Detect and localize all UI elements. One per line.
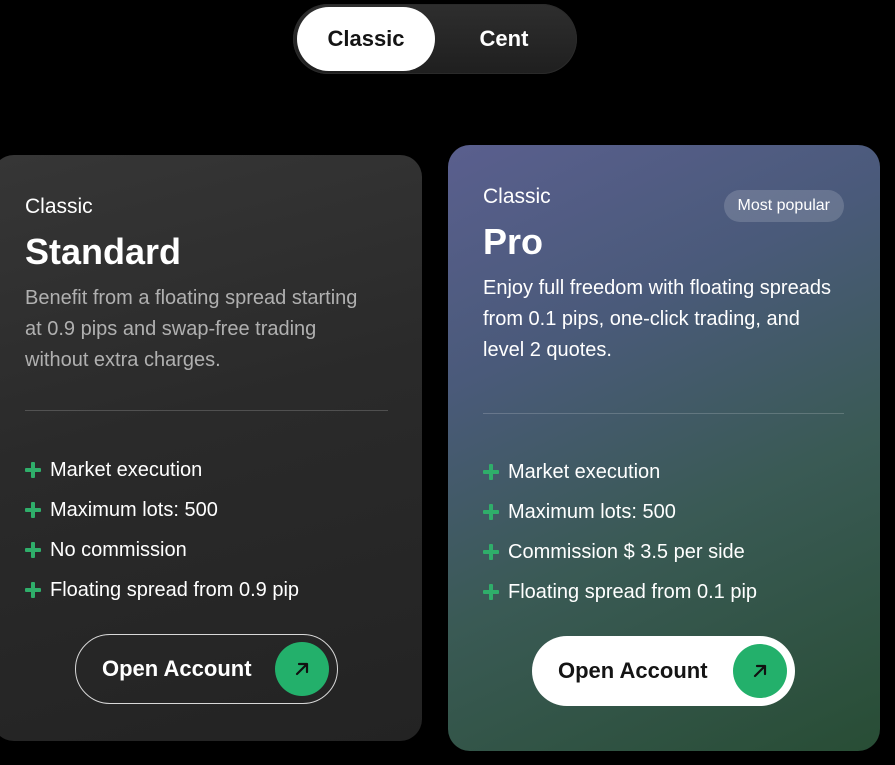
feature-item: No commission <box>25 530 388 570</box>
card-description: Enjoy full freedom with floating spreads… <box>483 277 831 361</box>
feature-text: Maximum lots: 500 <box>50 498 218 521</box>
feature-list: Market execution Maximum lots: 500 Commi… <box>483 452 844 612</box>
feature-item: Maximum lots: 500 <box>483 492 844 532</box>
toggle-option-label: Cent <box>479 26 529 51</box>
feature-text: No commission <box>50 538 187 561</box>
feature-item: Market execution <box>483 452 844 492</box>
feature-item: Floating spread from 0.1 pip <box>483 572 844 612</box>
feature-text: Market execution <box>508 460 661 483</box>
arrow-up-right-icon <box>733 644 787 698</box>
feature-item: Market execution <box>25 450 388 490</box>
feature-item: Floating spread from 0.9 pip <box>25 570 388 610</box>
plus-icon <box>25 542 41 558</box>
plus-icon <box>25 502 41 518</box>
card-description: Benefit from a floating spread starting … <box>25 287 358 371</box>
feature-item: Maximum lots: 500 <box>25 490 388 530</box>
most-popular-badge: Most popular <box>723 190 844 222</box>
plus-icon <box>25 582 41 598</box>
toggle-option-label: Classic <box>327 26 405 51</box>
plus-icon <box>483 504 499 520</box>
card-title: Standard <box>25 231 182 272</box>
account-card-standard: Classic Standard Benefit from a floating… <box>0 155 422 741</box>
card-tier-label: Classic <box>483 185 551 208</box>
open-account-button-pro[interactable]: Open Account <box>532 636 795 706</box>
feature-text: Commission $ 3.5 per side <box>508 540 745 563</box>
plus-icon <box>483 464 499 480</box>
card-divider <box>483 413 844 414</box>
open-account-label: Open Account <box>558 658 708 683</box>
card-tier-label: Classic <box>25 195 93 218</box>
feature-item: Commission $ 3.5 per side <box>483 532 844 572</box>
account-category-toggle: Classic Cent <box>293 4 577 74</box>
feature-text: Floating spread from 0.1 pip <box>508 580 758 603</box>
account-types-page: Classic Cent Classic Standard Benefit fr… <box>0 0 895 765</box>
account-card-pro: Classic Most popular Pro Enjoy full free… <box>448 145 880 751</box>
feature-text: Maximum lots: 500 <box>508 500 676 523</box>
plus-icon <box>483 584 499 600</box>
arrow-up-right-icon <box>275 642 329 696</box>
toggle-option-cent[interactable]: Cent <box>435 7 573 71</box>
feature-list: Market execution Maximum lots: 500 No co… <box>25 450 388 610</box>
toggle-option-classic[interactable]: Classic <box>297 7 435 71</box>
plus-icon <box>483 544 499 560</box>
open-account-label: Open Account <box>102 656 252 681</box>
feature-text: Market execution <box>50 458 203 481</box>
feature-text: Floating spread from 0.9 pip <box>50 578 300 601</box>
plus-icon <box>25 462 41 478</box>
card-divider <box>25 410 388 411</box>
open-account-button-standard[interactable]: Open Account <box>75 634 338 704</box>
card-title: Pro <box>483 221 544 262</box>
